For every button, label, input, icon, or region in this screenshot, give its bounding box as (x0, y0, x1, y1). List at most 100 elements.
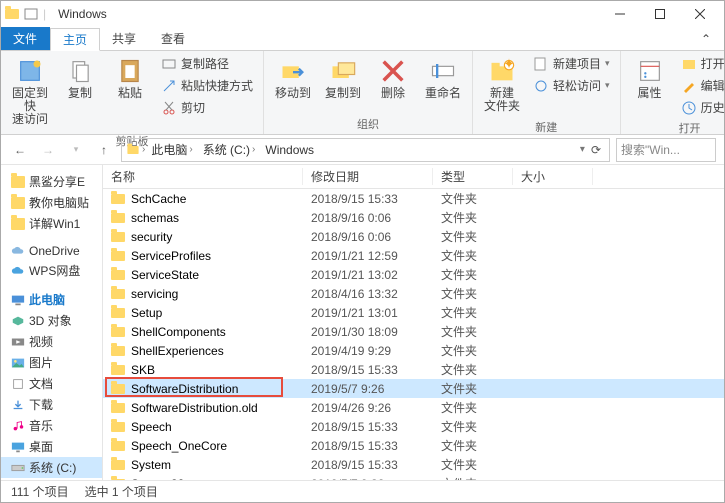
table-row[interactable]: Speech2018/9/15 15:33文件夹 (103, 417, 724, 436)
table-row[interactable]: SKB2018/9/15 15:33文件夹 (103, 360, 724, 379)
file-name: System32 (131, 477, 184, 481)
up-button[interactable]: ↑ (93, 139, 115, 161)
open-button[interactable]: 打开▾ (677, 53, 725, 74)
table-row[interactable]: ServiceState2019/1/21 13:02文件夹 (103, 265, 724, 284)
col-name[interactable]: 名称 (103, 168, 303, 185)
table-row[interactable]: schemas2018/9/16 0:06文件夹 (103, 208, 724, 227)
tab-share[interactable]: 共享 (100, 27, 149, 50)
nav-item[interactable]: 黑鲨分享E (1, 171, 102, 192)
file-date: 2018/9/15 15:33 (303, 420, 433, 434)
address-icon (127, 146, 138, 154)
status-bar: 111 个项目 选中 1 个项目 (1, 480, 724, 502)
table-row[interactable]: security2018/9/16 0:06文件夹 (103, 227, 724, 246)
title-bar: | Windows (1, 1, 724, 27)
folder-icon (111, 289, 125, 299)
table-row[interactable]: ServiceProfiles2019/1/21 12:59文件夹 (103, 246, 724, 265)
nav-item[interactable]: 文档 (1, 373, 102, 394)
breadcrumb-seg-3[interactable]: Windows (261, 143, 318, 157)
breadcrumb-seg-1[interactable]: 此电脑› (147, 141, 196, 158)
properties-button[interactable]: 属性 (627, 53, 673, 104)
new-folder-button[interactable]: ✦新建 文件夹 (479, 53, 525, 117)
edit-button[interactable]: 编辑 (677, 75, 725, 96)
nav-item[interactable]: 详解Win1 (1, 213, 102, 234)
breadcrumb-seg-2[interactable]: 系统 (C:)› (199, 141, 260, 158)
maximize-button[interactable] (640, 1, 680, 27)
move-to-button[interactable]: 移动到 (270, 53, 316, 104)
easy-access-button[interactable]: 轻松访问▾ (529, 75, 614, 96)
cut-button[interactable]: 剪切 (157, 97, 257, 118)
copy-to-button[interactable]: 复制到 (320, 53, 366, 104)
file-type: 文件夹 (433, 361, 513, 378)
file-type: 文件夹 (433, 209, 513, 226)
table-row[interactable]: System2018/9/15 15:33文件夹 (103, 455, 724, 474)
nav-item[interactable]: OneDrive (1, 242, 102, 260)
paste-shortcut-button[interactable]: 粘贴快捷方式 (157, 75, 257, 96)
tab-home[interactable]: 主页 (50, 28, 100, 51)
table-row[interactable]: System322019/5/7 9:32文件夹 (103, 474, 724, 480)
recent-button[interactable]: ▾ (65, 139, 87, 161)
close-button[interactable] (680, 1, 720, 27)
folder-icon (111, 365, 125, 375)
file-date: 2019/4/26 9:26 (303, 401, 433, 415)
delete-button[interactable]: 删除 (370, 53, 416, 104)
svg-text:✦: ✦ (503, 57, 515, 72)
file-type: 文件夹 (433, 437, 513, 454)
table-row[interactable]: ShellComponents2019/1/30 18:09文件夹 (103, 322, 724, 341)
forward-button[interactable]: → (37, 139, 59, 161)
table-row[interactable]: Speech_OneCore2018/9/15 15:33文件夹 (103, 436, 724, 455)
back-button[interactable]: ← (9, 139, 31, 161)
col-type[interactable]: 类型 (433, 168, 513, 185)
address-box[interactable]: › 此电脑› 系统 (C:)› Windows ▾ ⟳ (121, 138, 610, 162)
table-row[interactable]: SoftwareDistribution.old2019/4/26 9:26文件… (103, 398, 724, 417)
new-item-button[interactable]: 新建项目▾ (529, 53, 614, 74)
address-dropdown-icon[interactable]: ▾ (580, 144, 585, 155)
file-name: ShellComponents (131, 325, 226, 339)
paste-button[interactable]: 粘贴 (107, 53, 153, 104)
file-name: schemas (131, 211, 179, 225)
nav-item[interactable]: 音乐 (1, 415, 102, 436)
table-row[interactable]: ShellExperiences2019/4/19 9:29文件夹 (103, 341, 724, 360)
file-type: 文件夹 (433, 475, 513, 480)
table-row[interactable]: Setup2019/1/21 13:01文件夹 (103, 303, 724, 322)
pin-button[interactable]: 固定到快 速访问 (7, 53, 53, 131)
file-type: 文件夹 (433, 323, 513, 340)
nav-item[interactable]: 系统 (C:) (1, 457, 102, 478)
nav-item[interactable]: 视频 (1, 331, 102, 352)
window-title: Windows (58, 7, 107, 21)
refresh-button[interactable]: ⟳ (587, 143, 605, 157)
file-list[interactable]: SchCache2018/9/15 15:33文件夹schemas2018/9/… (103, 189, 724, 480)
nav-item[interactable]: 图片 (1, 352, 102, 373)
navigation-pane[interactable]: 黑鲨分享E教你电脑贴详解Win1 OneDriveWPS网盘此电脑3D 对象视频图… (1, 165, 103, 480)
folder-icon (111, 422, 125, 432)
ribbon-collapse-button[interactable]: ⌃ (689, 27, 724, 50)
nav-item[interactable]: 桌面 (1, 436, 102, 457)
folder-icon (111, 403, 125, 413)
nav-item[interactable]: 此电脑 (1, 289, 102, 310)
file-type: 文件夹 (433, 342, 513, 359)
rename-button[interactable]: 重命名 (420, 53, 466, 104)
column-headers[interactable]: 名称 修改日期 类型 大小 (103, 165, 724, 189)
minimize-button[interactable] (600, 1, 640, 27)
search-box[interactable]: 搜索"Win... (616, 138, 716, 162)
table-row[interactable]: SchCache2018/9/15 15:33文件夹 (103, 189, 724, 208)
folder-icon (111, 460, 125, 470)
tab-view[interactable]: 查看 (149, 27, 198, 50)
copy-button[interactable]: 复制 (57, 53, 103, 104)
tab-file[interactable]: 文件 (1, 27, 50, 50)
folder-icon (111, 194, 125, 204)
col-size[interactable]: 大小 (513, 168, 593, 185)
folder-icon (111, 384, 125, 394)
folder-icon (111, 232, 125, 242)
copy-path-button[interactable]: 复制路径 (157, 53, 257, 74)
qat-icon[interactable] (23, 6, 39, 22)
history-button[interactable]: 历史记录 (677, 97, 725, 118)
file-name: Setup (131, 306, 162, 320)
table-row[interactable]: SoftwareDistribution2019/5/7 9:26文件夹 (103, 379, 724, 398)
nav-item[interactable]: WPS网盘 (1, 260, 102, 281)
col-date[interactable]: 修改日期 (303, 168, 433, 185)
nav-item[interactable]: 3D 对象 (1, 310, 102, 331)
nav-item[interactable]: 下载 (1, 394, 102, 415)
file-name: SchCache (131, 192, 186, 206)
table-row[interactable]: servicing2018/4/16 13:32文件夹 (103, 284, 724, 303)
nav-item[interactable]: 教你电脑贴 (1, 192, 102, 213)
